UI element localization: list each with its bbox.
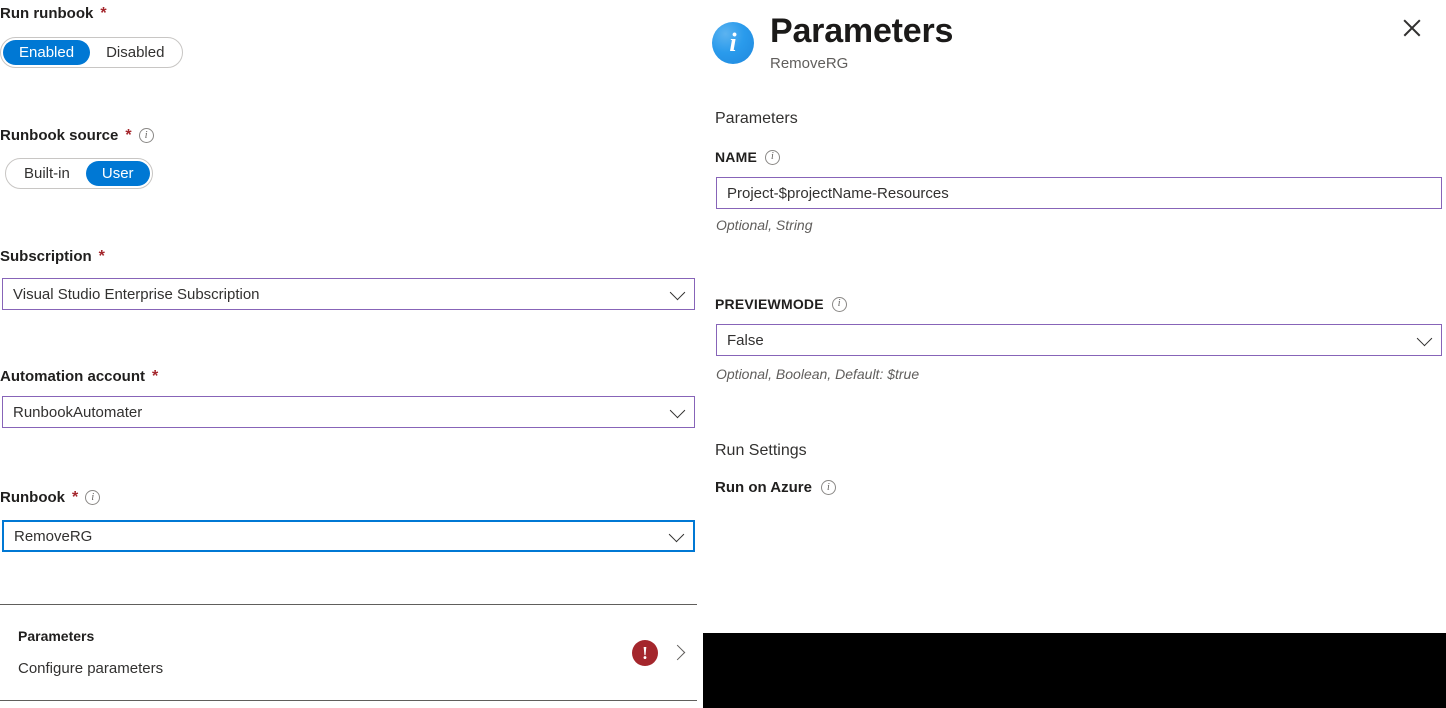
run-runbook-toggle-group[interactable]: Enabled Disabled: [0, 37, 184, 68]
subscription-dropdown[interactable]: Visual Studio Enterprise Subscription: [2, 278, 695, 310]
run-on-azure-label: Run on Azure: [715, 479, 812, 496]
field-label-name: NAME i: [715, 149, 781, 165]
divider-bottom: [0, 700, 697, 701]
left-form-pane: Run runbook * Enabled Disabled Runbook s…: [0, 0, 700, 708]
close-icon[interactable]: [1399, 15, 1425, 41]
error-exclamation-icon: !: [632, 639, 658, 666]
info-circle-icon: i: [712, 22, 754, 64]
info-icon[interactable]: i: [831, 296, 847, 312]
chevron-down-icon: [669, 402, 686, 419]
parameters-panel: i Parameters RemoveRG Parameters NAME i …: [705, 0, 1446, 708]
runbook-source-option-built-in[interactable]: Built-in: [8, 161, 86, 186]
panel-section-label-run-settings: Run Settings: [715, 442, 807, 459]
runbook-dropdown[interactable]: RemoveRG: [2, 520, 695, 552]
chevron-down-icon: [1416, 330, 1433, 347]
panel-section-label-parameters: Parameters: [715, 110, 798, 127]
runbook-label-row: Runbook * i: [0, 488, 101, 506]
required-asterisk: *: [100, 4, 107, 22]
chevron-down-icon: [669, 284, 686, 301]
panel-subtitle: RemoveRG: [770, 55, 849, 72]
info-icon[interactable]: i: [85, 490, 101, 505]
subscription-label: Subscription: [0, 248, 92, 265]
automation-account-dropdown[interactable]: RunbookAutomater: [2, 396, 695, 428]
required-asterisk: *: [152, 367, 159, 385]
runbook-source-toggle-group[interactable]: Built-in User: [5, 158, 153, 189]
runbook-label: Runbook: [0, 489, 65, 506]
run-on-azure-label-row: Run on Azure i: [715, 479, 836, 496]
panel-header: i Parameters RemoveRG: [712, 14, 953, 72]
parameters-row-title: Parameters: [18, 628, 95, 644]
required-asterisk: *: [72, 488, 79, 506]
azure-runbook-configuration-screen: Run runbook * Enabled Disabled Runbook s…: [0, 0, 1446, 708]
required-asterisk: *: [125, 126, 132, 144]
panel-title: Parameters: [770, 12, 954, 50]
name-textbox-value: Project-$projectName-Resources: [727, 184, 949, 202]
runbook-source-option-user[interactable]: User: [85, 161, 150, 186]
parameters-nav-row[interactable]: Parameters Configure parameters !: [0, 605, 697, 700]
run-runbook-label-row: Run runbook *: [0, 5, 107, 22]
automation-account-label: Automation account: [0, 368, 145, 385]
subscription-label-row: Subscription *: [0, 248, 105, 265]
previewmode-dropdown[interactable]: False: [716, 324, 1442, 356]
param-name-text: NAME: [715, 149, 758, 165]
runbook-source-label-row: Runbook source * i: [0, 127, 154, 144]
chevron-right-icon[interactable]: [669, 644, 686, 661]
run-runbook-option-enabled[interactable]: Enabled: [3, 40, 91, 65]
automation-account-value: RunbookAutomater: [13, 403, 143, 421]
info-icon[interactable]: i: [820, 480, 836, 495]
name-field-hint: Optional, String: [716, 217, 813, 233]
subscription-value: Visual Studio Enterprise Subscription: [13, 285, 260, 303]
automation-account-label-row: Automation account *: [0, 368, 158, 385]
runbook-source-label: Runbook source: [0, 127, 119, 144]
info-icon[interactable]: i: [765, 149, 781, 165]
run-runbook-label: Run runbook: [0, 5, 94, 22]
field-label-previewmode: PREVIEWMODE i: [715, 296, 847, 312]
chevron-down-icon: [668, 526, 685, 543]
parameters-row-subtitle: Configure parameters: [18, 660, 164, 677]
redacted-region: [703, 633, 1446, 708]
required-asterisk: *: [98, 247, 105, 265]
run-runbook-option-disabled[interactable]: Disabled: [90, 40, 180, 65]
name-textbox[interactable]: Project-$projectName-Resources: [716, 177, 1442, 209]
previewmode-field-hint: Optional, Boolean, Default: $true: [716, 366, 920, 382]
info-icon[interactable]: i: [138, 128, 154, 143]
runbook-value: RemoveRG: [14, 527, 93, 545]
previewmode-value: False: [727, 331, 764, 349]
param-name-text: PREVIEWMODE: [715, 296, 824, 312]
